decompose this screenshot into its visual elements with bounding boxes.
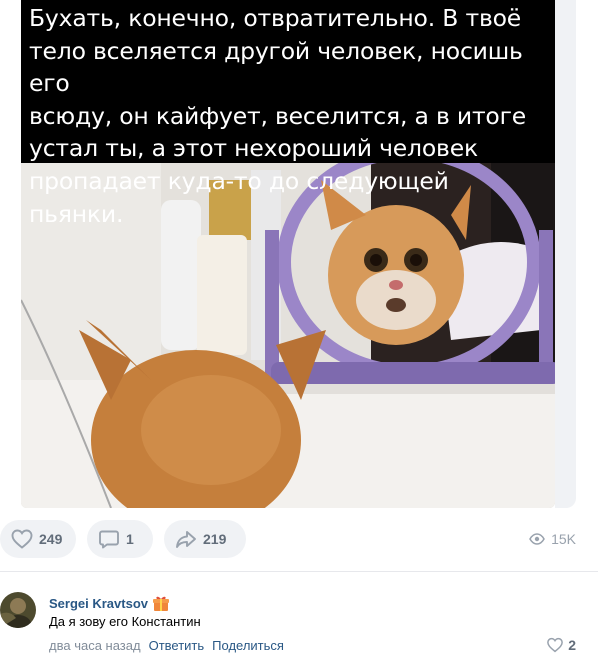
shares-count: 219	[203, 531, 227, 547]
heart-icon	[547, 637, 564, 653]
avatar[interactable]	[0, 592, 36, 628]
comment-author[interactable]: Sergei Kravtsov	[49, 596, 148, 611]
like-button[interactable]: 249	[0, 520, 76, 558]
divider	[0, 571, 598, 572]
comment-button[interactable]: 1	[87, 520, 153, 558]
comment-icon	[99, 530, 119, 549]
views-count: 15K	[551, 531, 576, 547]
avatar-image	[0, 592, 36, 628]
heart-icon	[11, 529, 33, 549]
post-actions: 249 1 219 15K	[0, 520, 598, 558]
gift-icon[interactable]	[152, 594, 170, 612]
comment-meta: два часа назад Ответить Поделиться	[49, 638, 284, 653]
comment-time[interactable]: два часа назад	[49, 638, 141, 653]
likes-count: 249	[39, 531, 63, 547]
post-image[interactable]: Бухать, конечно, отвратительно. В твоё т…	[21, 0, 555, 508]
post-card: Бухать, конечно, отвратительно. В твоё т…	[0, 0, 598, 665]
author-row: Sergei Kravtsov	[49, 594, 170, 612]
eye-icon	[529, 533, 545, 545]
comment-likes-count: 2	[568, 637, 576, 653]
post-caption: Бухать, конечно, отвратительно. В твоё т…	[29, 4, 527, 228]
comment-item: Sergei Kravtsov Да я зову его Константин…	[0, 590, 598, 660]
gallery-side-strip	[555, 0, 576, 508]
views-counter: 15K	[529, 520, 576, 558]
share-button[interactable]: 219	[164, 520, 246, 558]
caption-box: Бухать, конечно, отвратительно. В твоё т…	[21, 0, 555, 228]
share-arrow-icon	[176, 531, 196, 548]
comment-like-button[interactable]: 2	[546, 636, 576, 654]
share-link[interactable]: Поделиться	[212, 638, 284, 653]
comment-text: Да я зову его Константин	[49, 614, 201, 629]
comments-count: 1	[126, 531, 134, 547]
reply-link[interactable]: Ответить	[149, 638, 205, 653]
